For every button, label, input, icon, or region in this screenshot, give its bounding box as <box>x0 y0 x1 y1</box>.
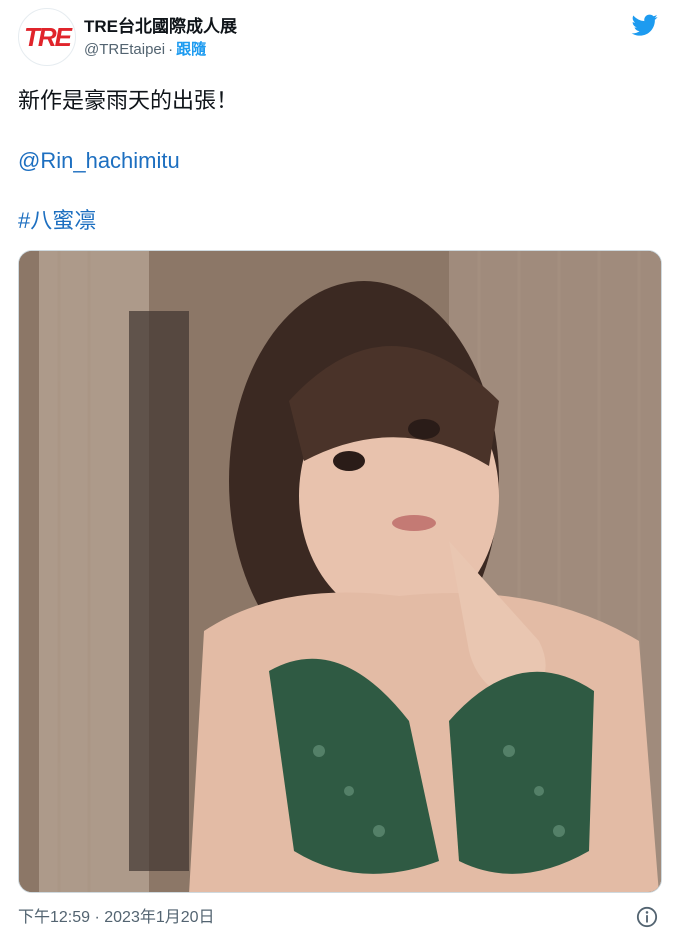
follow-button[interactable]: 跟隨 <box>176 41 206 58</box>
timestamp-link[interactable]: 下午12:59 · 2023年1月20日 <box>18 909 215 926</box>
tweet-photo[interactable] <box>18 250 662 893</box>
avatar-logo-text: TRE <box>24 21 72 52</box>
tweet-footer: 下午12:59 · 2023年1月20日 <box>18 906 660 930</box>
tweet-text-line: 新作是豪雨天的出張！ <box>18 88 239 113</box>
twitter-bird-icon[interactable] <box>630 12 660 38</box>
info-circle-icon[interactable] <box>636 906 658 928</box>
tweet-text: 新作是豪雨天的出張！ @Rin_hachimitu #八蜜凛 <box>18 86 660 266</box>
photo-placeholder <box>19 251 661 892</box>
avatar[interactable]: TRE <box>18 8 76 66</box>
author-meta: @TREtaipei · 跟隨 <box>84 40 237 60</box>
handle[interactable]: @TREtaipei <box>84 41 165 58</box>
display-name[interactable]: TRE台北國際成人展 <box>84 16 237 38</box>
separator: · <box>168 41 174 58</box>
mention-link[interactable]: @Rin_hachimitu <box>18 146 660 176</box>
tweet-card: TRE TRE台北國際成人展 @TREtaipei · 跟隨 新作是豪雨天的出張！ … <box>0 0 678 943</box>
tweet-header: TRE TRE台北國際成人展 @TREtaipei · 跟隨 <box>18 8 660 70</box>
hashtag-link[interactable]: #八蜜凛 <box>18 206 660 236</box>
author-info: TRE台北國際成人展 @TREtaipei · 跟隨 <box>84 16 237 60</box>
